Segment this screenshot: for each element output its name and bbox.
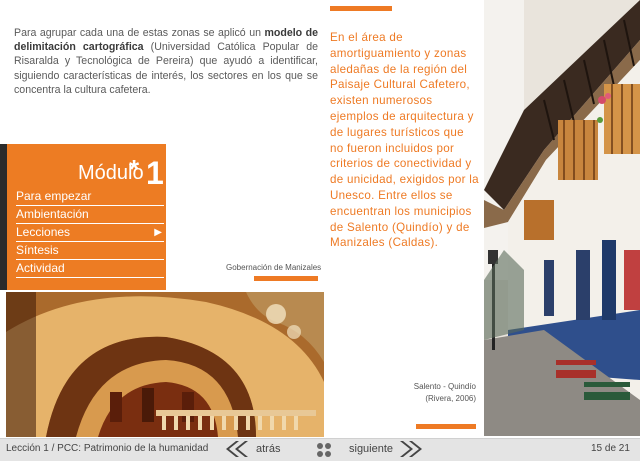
lesson-title: Lección 1 / PCC: Patrimonio de la humani…	[6, 443, 209, 454]
gobernacion-photo-image	[6, 292, 324, 437]
menu-item-label: Para empezar	[16, 189, 92, 203]
menu-item-para-empezar[interactable]: Para empezar	[16, 188, 164, 206]
menu-item-label: Ambientación	[16, 207, 89, 221]
gobernacion-photo	[6, 292, 324, 437]
module-star: *	[129, 154, 140, 184]
menu-item-label: Síntesis	[16, 243, 59, 257]
menu-item-label: Actividad	[16, 261, 65, 275]
salento-photo-image	[484, 0, 640, 436]
back-button[interactable]: atrás	[256, 443, 280, 455]
back-arrow-icon[interactable]	[226, 441, 248, 462]
highlight-quote: En el área de amortiguamiento y zonas al…	[330, 31, 479, 250]
salento-caption-line1: Salento - Quindío	[413, 382, 476, 391]
top-accent-rule	[330, 6, 392, 11]
page-indicator: 15 de 21	[591, 443, 630, 454]
next-arrow-icon[interactable]	[400, 441, 422, 462]
intro-paragraph: Para agrupar cada una de estas zonas se …	[14, 26, 318, 97]
module-panel: Módulo * 1 Para empezar Ambientación Lec…	[0, 144, 166, 290]
module-menu: Para empezar Ambientación Lecciones ▶ Sín…	[16, 188, 164, 278]
gobernacion-accent-rule	[254, 276, 318, 281]
menu-item-actividad[interactable]: Actividad	[16, 260, 164, 278]
intro-text-start: Para agrupar cada una de estas zonas se …	[14, 27, 265, 39]
menu-item-ambientacion[interactable]: Ambientación	[16, 206, 164, 224]
menu-item-label: Lecciones	[16, 225, 71, 239]
menu-item-sintesis[interactable]: Síntesis	[16, 242, 164, 260]
salento-caption: Salento - Quindío (Rivera, 2006)	[380, 381, 476, 405]
salento-accent-rule	[416, 424, 476, 429]
salento-photo	[484, 0, 640, 436]
salento-caption-line2: (Rivera, 2006)	[425, 394, 476, 403]
module-number: 1	[146, 155, 164, 191]
module-left-strip	[0, 144, 7, 290]
next-button[interactable]: siguiente	[349, 443, 393, 455]
gobernacion-caption: Gobernación de Manizales	[226, 263, 322, 272]
footer-bar: Lección 1 / PCC: Patrimonio de la humani…	[0, 438, 640, 461]
menu-item-lecciones[interactable]: Lecciones ▶	[16, 224, 164, 242]
play-arrow-icon: ▶	[154, 227, 162, 238]
